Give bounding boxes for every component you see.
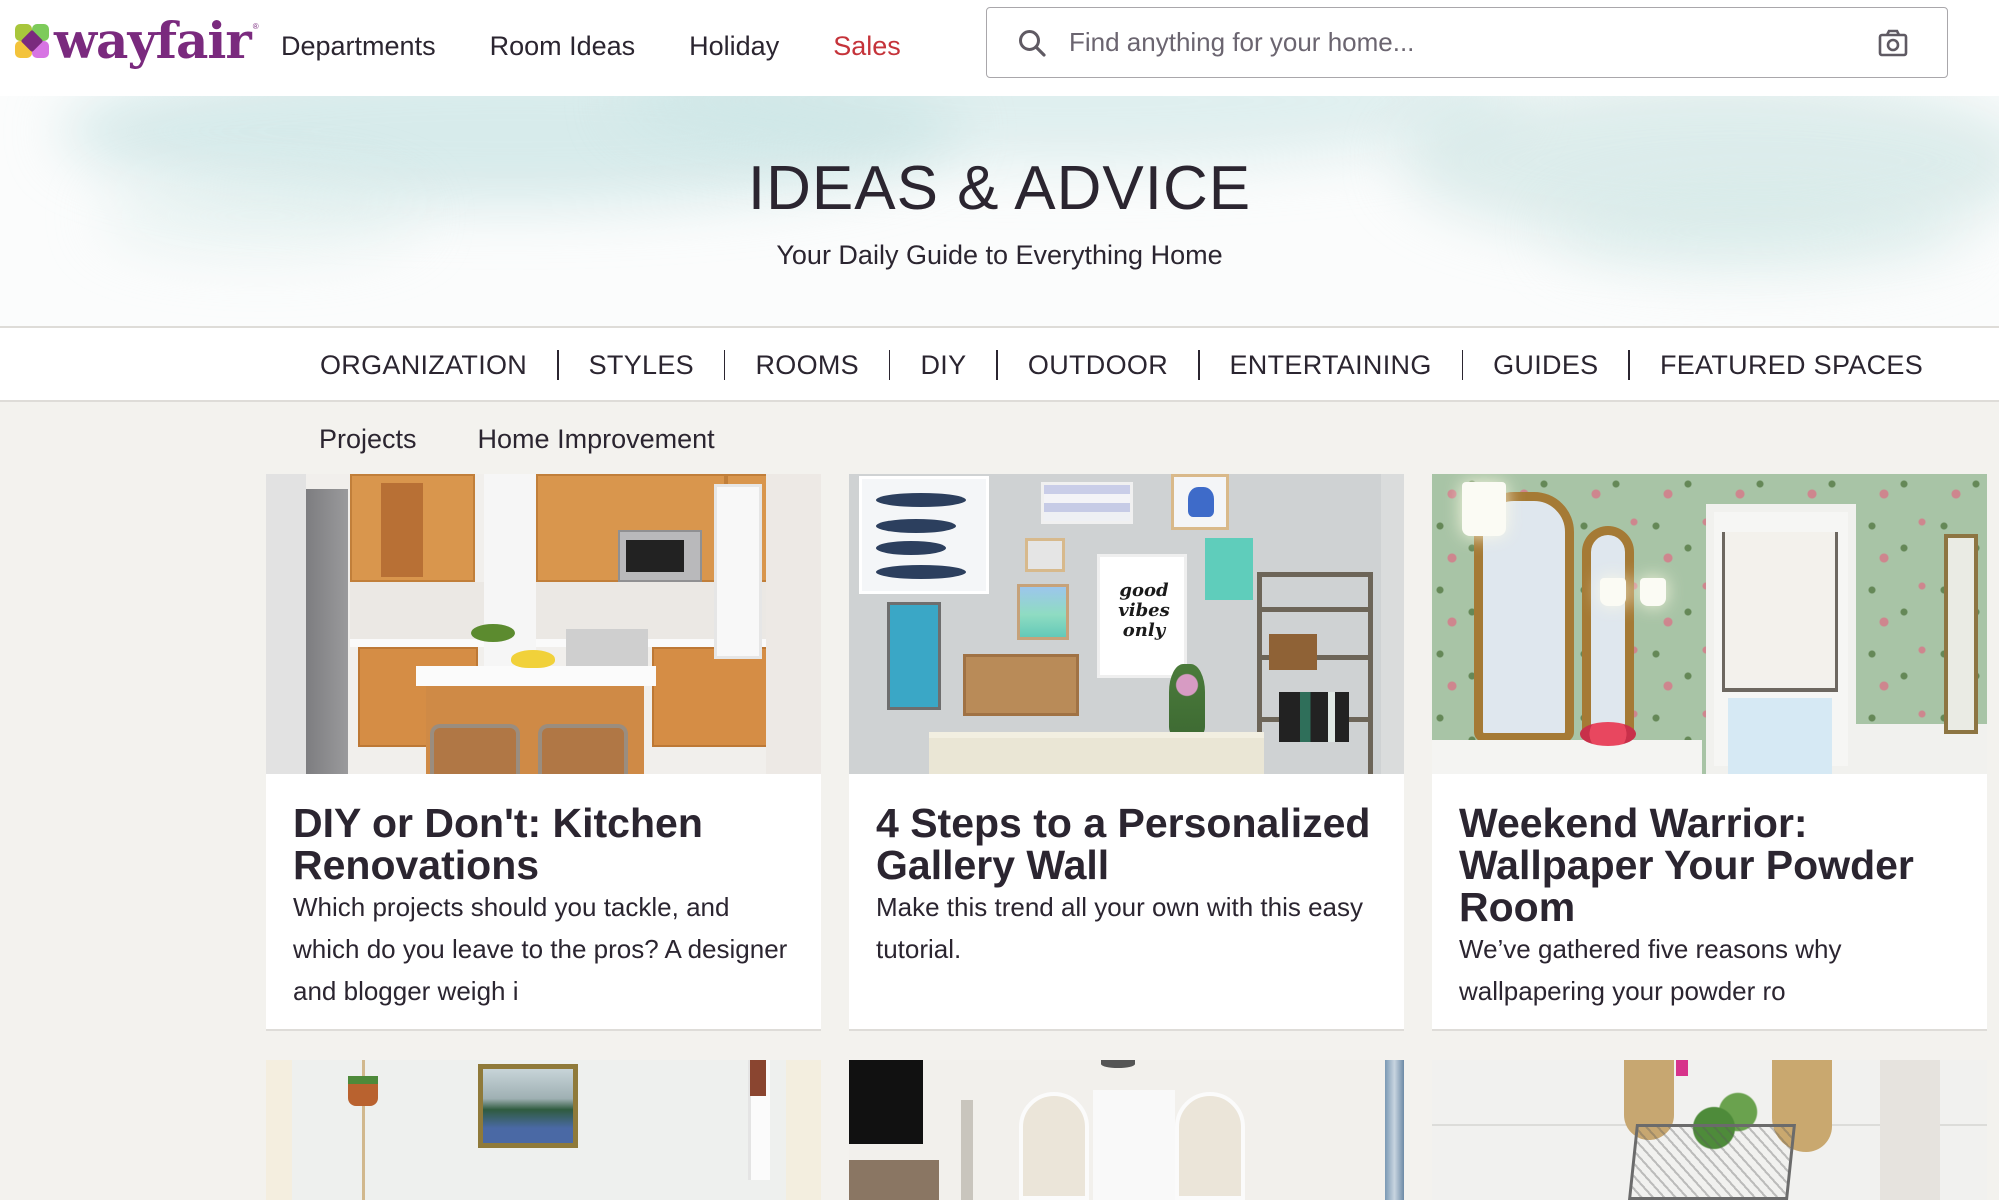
nav-departments[interactable]: Departments — [281, 24, 436, 68]
category-featured-spaces[interactable]: FEATURED SPACES — [1660, 350, 1923, 381]
logo-wordmark: wayfair — [54, 11, 252, 70]
hero-banner: IDEAS & ADVICE Your Daily Guide to Every… — [0, 96, 1999, 328]
article-card[interactable]: Weekend Warrior: Wallpaper Your Powder R… — [1432, 474, 1987, 1031]
macrame-wall-photo[interactable] — [266, 1060, 821, 1200]
divider — [888, 350, 891, 380]
nav-holiday[interactable]: Holiday — [689, 24, 779, 68]
wayfair-logo[interactable]: wayfair ® — [14, 14, 259, 68]
camera-icon[interactable] — [1877, 27, 1909, 59]
kitchen-photo[interactable] — [266, 474, 821, 774]
article-description: Which projects should you tackle, and wh… — [293, 892, 788, 1006]
category-nav: ORGANIZATION STYLES ROOMS DIY OUTDOOR EN… — [0, 328, 1999, 402]
gallery-wall-photo[interactable]: good vibes only — [849, 474, 1404, 774]
top-nav: Departments Room Ideas Holiday Sales — [281, 24, 901, 68]
powder-room-photo[interactable] — [1432, 474, 1987, 774]
logo-registered-mark: ® — [252, 22, 259, 31]
category-diy[interactable]: DIY — [920, 350, 966, 381]
nav-room-ideas[interactable]: Room Ideas — [490, 24, 636, 68]
page-title: IDEAS & ADVICE — [747, 154, 1252, 223]
article-title[interactable]: Weekend Warrior: Wallpaper Your Powder R… — [1459, 802, 1964, 928]
article-title[interactable]: 4 Steps to a Personalized Gallery Wall — [876, 802, 1381, 886]
article-card[interactable] — [849, 1060, 1404, 1200]
article-title[interactable]: DIY or Don't: Kitchen Renovations — [293, 802, 798, 886]
divider — [1461, 350, 1464, 380]
sub-tabs: Projects Home Improvement — [319, 424, 715, 455]
terrarium-photo[interactable] — [1432, 1060, 1987, 1200]
article-card[interactable] — [266, 1060, 821, 1200]
search-bar — [986, 7, 1948, 78]
tab-projects[interactable]: Projects — [319, 424, 417, 455]
living-room-shelves-photo[interactable] — [849, 1060, 1404, 1200]
divider — [723, 350, 726, 380]
tab-home-improvement[interactable]: Home Improvement — [478, 424, 715, 455]
article-card[interactable] — [1432, 1060, 1987, 1200]
article-description: We’ve gathered five reasons why wallpape… — [1459, 934, 1842, 1006]
category-entertaining[interactable]: ENTERTAINING — [1230, 350, 1432, 381]
article-description: Make this trend all your own with this e… — [876, 892, 1363, 964]
divider — [1198, 350, 1200, 380]
search-input[interactable] — [1069, 20, 1829, 64]
article-card[interactable]: good vibes only 4 Steps to a Personalize… — [849, 474, 1404, 1031]
nav-sales[interactable]: Sales — [833, 24, 901, 68]
search-icon[interactable] — [1017, 28, 1047, 58]
logo-pinwheel-icon — [14, 23, 50, 59]
category-rooms[interactable]: ROOMS — [755, 350, 859, 381]
article-card[interactable]: DIY or Don't: Kitchen Renovations Which … — [266, 474, 821, 1031]
divider — [996, 350, 998, 380]
site-header: wayfair ® Departments Room Ideas Holiday… — [0, 0, 1999, 96]
page-subtitle: Your Daily Guide to Everything Home — [776, 240, 1223, 270]
category-styles[interactable]: STYLES — [589, 350, 694, 381]
category-organization[interactable]: ORGANIZATION — [320, 350, 527, 381]
category-guides[interactable]: GUIDES — [1493, 350, 1598, 381]
divider — [557, 350, 559, 380]
divider — [1628, 350, 1630, 380]
category-outdoor[interactable]: OUTDOOR — [1028, 350, 1168, 381]
